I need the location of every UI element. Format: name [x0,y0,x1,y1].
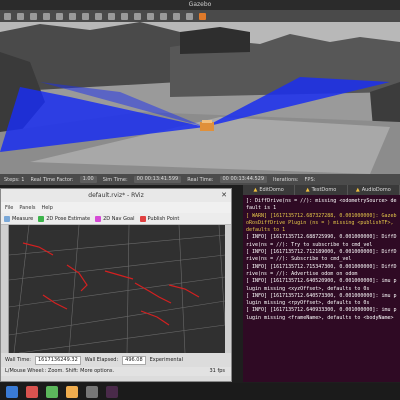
warning-icon: ▲ [305,187,310,193]
terminal-line: [ INFO] [1617135712.640933300, 0.0010000… [246,307,397,321]
gazebo-3d-viewport[interactable] [0,22,400,174]
screenshot-icon[interactable] [186,12,193,20]
menu-panels[interactable]: Panels [19,205,35,211]
pose-estimate-icon [38,215,45,222]
rviz-right-panel-handle[interactable] [225,225,231,353]
real-time-value: 00 00:13:44.529 [219,176,268,183]
translate-icon[interactable] [17,12,24,20]
rock-formation [180,27,250,54]
desktop: Gazebo Steps: 1 Real Time Factor: 1.00 S… [0,0,400,400]
menu-help[interactable]: Help [41,205,52,211]
rviz-icon[interactable] [86,385,98,398]
rtf-value: 1.00 [79,176,97,183]
terminal-line: [ INFO] [1617135712.712189000, 0.0010000… [246,249,397,263]
paste-icon[interactable] [147,12,154,20]
close-icon[interactable]: ✕ [221,189,227,202]
wall-time-value: 1617136249.32 [34,355,81,365]
rviz-window[interactable]: default.rviz* - RViz ✕ File Panels Help … [0,188,232,382]
rviz-left-panel-handle[interactable] [1,225,9,353]
rviz-toolbar: Measure 2D Pose Estimate 2D Nav Goal Pub… [1,213,231,225]
rviz-title: default.rviz* - RViz [88,192,144,199]
app-launcher-icon[interactable] [6,385,18,398]
rviz-status-hint: L/Mouse Wheel:: Zoom. Shift: More option… [1,367,231,376]
browser-icon[interactable] [26,385,38,398]
sphere-icon[interactable] [95,12,102,20]
gazebo-icon[interactable] [66,385,78,398]
rtf-label: Real Time Factor: [30,176,74,183]
gazebo-status-bar: Steps: 1 Real Time Factor: 1.00 Sim Time… [0,174,400,185]
terminal-line: [ INFO] [1617135712.715347300, 0.0010000… [246,263,397,277]
rotate-icon[interactable] [30,12,37,20]
tool-measure[interactable]: Measure [4,215,34,222]
taskbar [0,383,400,400]
terminal-window[interactable]: ]: DiffDrive(ns = //): missing <odometry… [243,195,400,382]
tool-2d-pose-estimate[interactable]: 2D Pose Estimate [38,215,91,222]
tool-label: 2D Pose Estimate [46,215,91,222]
measure-icon [4,215,10,222]
snap-icon[interactable] [173,12,180,20]
rviz-grid [8,224,226,354]
gazebo-scene[interactable] [0,22,400,174]
undo-icon[interactable] [56,12,63,20]
window-title: Gazebo [188,1,212,8]
terminal-output[interactable]: ]: DiffDrive(ns = //): missing <odometry… [243,195,400,325]
tool-2d-nav-goal[interactable]: 2D Nav Goal [95,215,135,222]
real-time-label: Real Time: [187,176,214,183]
scale-icon[interactable] [43,12,50,20]
terminal-tabs: ▲ EditDomo ▲ TestDomo ▲ AudioDomo [243,185,400,195]
tab-label: EditDomo [259,187,284,193]
tab-label: AudioDomo [361,187,391,193]
cylinder-icon[interactable] [108,12,115,20]
files-icon[interactable] [46,385,58,398]
terminal-line: [ INFO] [1617135712.688725990, 0.0010000… [246,234,397,248]
sim-time-label: Sim Time: [102,176,128,183]
fps-label: FPS: [304,176,316,183]
top-bar: Gazebo [0,0,400,10]
tab-label: TestDomo [311,187,337,193]
iterations-label: Iterations: [273,176,299,183]
publish-point-icon [139,215,146,222]
rviz-body [1,224,231,354]
steps-label: Steps: 1 [4,176,25,183]
terminal-line: [ WARN] [1617135712.687327288, 0.0010000… [246,212,397,234]
terminal-line: [ INFO] [1617135712.640520900, 0.0010000… [246,278,397,292]
terminal-tab[interactable]: ▲ TestDomo [295,185,348,195]
tool-label: 2D Nav Goal [103,215,135,222]
terminal-tab[interactable]: ▲ AudioDomo [348,185,400,195]
warning-icon: ▲ [355,187,360,193]
gazebo-window[interactable]: Steps: 1 Real Time Factor: 1.00 Sim Time… [0,10,400,185]
terminal-tab[interactable]: ▲ EditDomo [243,185,296,195]
wall-time-label: Wall Time: [5,357,31,363]
select-icon[interactable] [4,12,11,20]
rviz-time-panel: Wall Time: 1617136249.32 Wall Elapsed: 4… [1,353,231,367]
fps-readout: 31 fps [209,368,226,374]
record-icon[interactable] [199,12,206,20]
nav-goal-icon [95,215,102,222]
tool-label: Measure [12,215,34,222]
redo-icon[interactable] [69,12,76,20]
rviz-title-bar[interactable]: default.rviz* - RViz ✕ [1,189,231,202]
terminal-line: [ INFO] [1617135712.640573300, 0.0010000… [246,292,397,307]
wall-elapsed-value: 496.08 [122,355,146,365]
terminal-icon[interactable] [106,385,118,398]
copy-icon[interactable] [134,12,141,20]
robot-model[interactable] [200,120,214,131]
rviz-3d-view[interactable] [8,224,226,354]
box-icon[interactable] [82,12,89,20]
hint-text: L/Mouse Wheel:: Zoom. Shift: More option… [5,368,115,374]
terminal-line: ]: DiffDrive(ns = //): missing <odometry… [246,198,397,212]
tool-label: Publish Point [147,215,180,222]
warning-icon: ▲ [253,187,258,193]
light-icon[interactable] [121,12,128,20]
tool-publish-point[interactable]: Publish Point [139,215,180,222]
gazebo-toolbar [0,10,400,22]
align-icon[interactable] [160,12,167,20]
wall-elapsed-label: Wall Elapsed: [84,357,119,363]
rviz-menu-bar: File Panels Help [1,202,231,213]
experimental-checkbox[interactable]: Experimental [150,357,183,363]
menu-file[interactable]: File [5,205,13,211]
sim-time-value: 00 00:13:41.599 [133,176,182,183]
rviz-grid-view[interactable] [8,224,226,354]
